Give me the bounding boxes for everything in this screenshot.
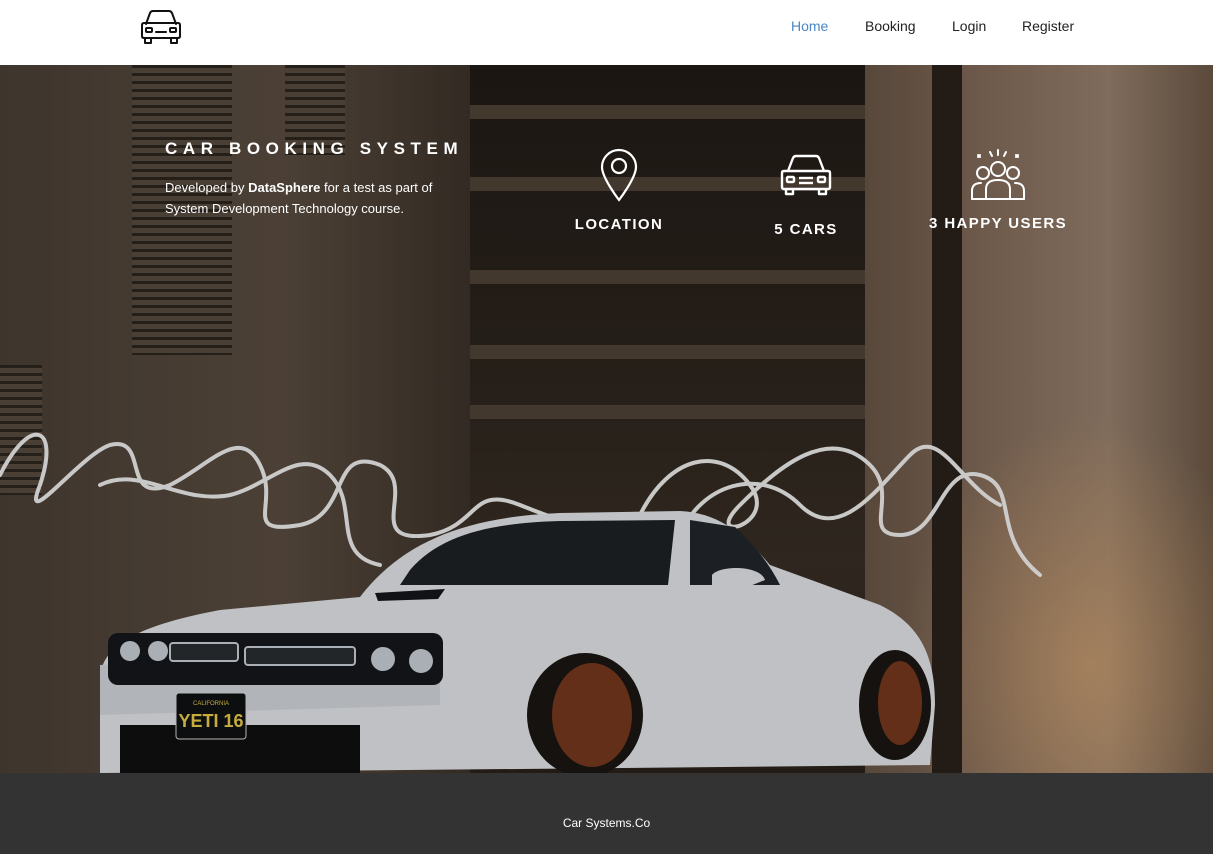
hero-section: CALIFORNIA YETI 16 CAR BOOKING SYSTEM De… xyxy=(0,65,1213,773)
footer-brand-text: Car Systems.Co xyxy=(562,816,651,830)
nav-link-register[interactable]: Register xyxy=(1022,18,1074,34)
nav-link-login[interactable]: Login xyxy=(952,18,986,34)
navbar: Home Booking Login Register xyxy=(0,0,1213,65)
car-front-icon xyxy=(780,154,832,196)
stat-happy-users: 3 HAPPY USERS xyxy=(918,149,1078,232)
stat-cars: 5 CARS xyxy=(756,153,856,238)
footer: Car Systems.Co xyxy=(0,773,1213,854)
hero-title: CAR BOOKING SYSTEM xyxy=(165,139,464,158)
location-pin-icon xyxy=(600,148,638,202)
stat-happy-users-label: 3 HAPPY USERS xyxy=(929,215,1067,232)
nav-link-booking[interactable]: Booking xyxy=(865,18,916,34)
hero-desc-prefix: Developed by xyxy=(165,180,249,195)
stat-location-label: LOCATION xyxy=(574,216,664,233)
hero-desc-brand: DataSphere xyxy=(248,180,321,195)
stat-cars-label: 5 CARS xyxy=(774,221,838,238)
hero-description: Developed by DataSphere for a test as pa… xyxy=(165,177,475,219)
stat-location: LOCATION xyxy=(569,148,669,233)
car-logo-icon[interactable] xyxy=(138,8,184,46)
happy-users-icon xyxy=(971,149,1025,200)
nav-link-home[interactable]: Home xyxy=(791,18,828,34)
